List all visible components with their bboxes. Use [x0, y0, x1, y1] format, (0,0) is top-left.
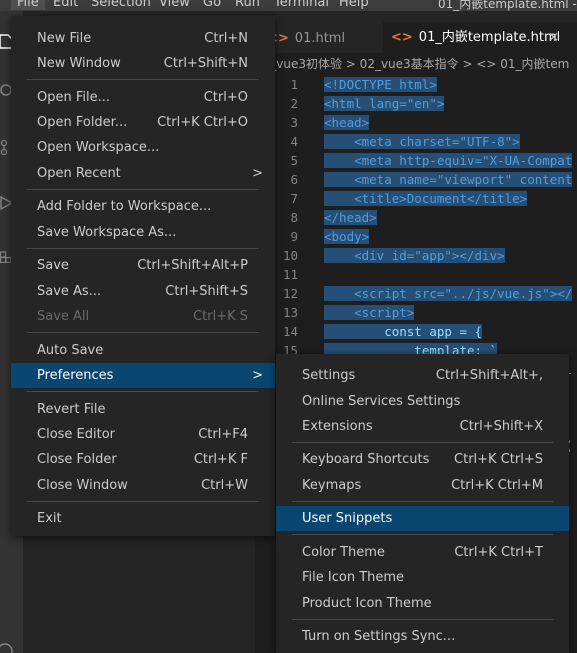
menu-item-new-file[interactable]: New File Ctrl+N [11, 26, 275, 51]
menu-file[interactable]: File [11, 0, 45, 10]
code-line: <head> [324, 115, 370, 130]
code-line: <body> [324, 229, 370, 244]
html-file-icon: <> [391, 30, 413, 45]
file-menu: New File Ctrl+N New Window Ctrl+Shift+N Op… [11, 16, 275, 536]
tab-01-html[interactable]: <> 01.html [267, 25, 345, 53]
menu-view[interactable]: View [159, 0, 190, 10]
code-line: </head> [324, 210, 377, 225]
tab-01-template-html[interactable]: <> 01_内嵌template.html × [383, 22, 577, 53]
menu-separator [27, 79, 259, 80]
code-line: <meta charset="UTF-8"> [324, 134, 520, 149]
menu-item-settings[interactable]: Settings Ctrl+Shift+Alt+, [276, 363, 569, 388]
menu-item-save-all: Save All Ctrl+K S [37, 309, 248, 324]
menu-item-turn-on-settings-sync[interactable]: Turn on Settings Sync... [276, 624, 569, 649]
close-icon[interactable]: × [548, 22, 559, 53]
account-icon[interactable] [0, 641, 14, 653]
menu-separator [292, 501, 553, 502]
menu-item-preferences[interactable]: Preferences > [11, 363, 275, 388]
menu-separator [27, 189, 259, 190]
menu-item-online-services-settings[interactable]: Online Services Settings [276, 389, 569, 414]
menu-selection[interactable]: Selection [91, 0, 151, 10]
menu-terminal[interactable]: Terminal [274, 0, 329, 10]
menu-item-color-theme[interactable]: Color Theme Ctrl+K Ctrl+T [276, 540, 569, 565]
menu-item-file-icon-theme[interactable]: File Icon Theme [276, 565, 569, 590]
preferences-submenu: Settings Ctrl+Shift+Alt+, Online Services… [276, 354, 569, 653]
chevron-right-icon: > [252, 166, 263, 181]
menu-item-open-folder[interactable]: Open Folder... Ctrl+K Ctrl+O [11, 110, 275, 135]
menu-run[interactable]: Run [235, 0, 260, 10]
code-line: <meta http-equiv="X-UA-Compat [324, 153, 573, 168]
breadcrumb[interactable]: 01_vue3初体验 > 02_vue3基本指令 > <> 01_内嵌tem [255, 53, 577, 75]
menu-help[interactable]: Help [339, 0, 369, 10]
code-line: <div id="app"></div> [324, 248, 505, 263]
code-line: <meta name="viewport" content [324, 172, 573, 187]
code-line: <html lang="en"> [324, 96, 445, 111]
menu-separator [27, 501, 259, 502]
chevron-right-icon: > [252, 368, 263, 383]
menu-item-user-snippets[interactable]: User Snippets [276, 506, 569, 531]
menubar: File Edit Selection View Go Run Terminal… [0, 0, 577, 11]
menu-item-close-editor[interactable]: Close Editor Ctrl+F4 [11, 422, 275, 447]
tab-label: 01.html [294, 31, 346, 46]
menu-item-save-as[interactable]: Save As... Ctrl+Shift+S [11, 279, 275, 304]
menu-go[interactable]: Go [203, 0, 221, 10]
menu-item-keymaps[interactable]: Keymaps Ctrl+K Ctrl+M [276, 473, 569, 498]
code-line: <title>Document</title> [324, 191, 528, 206]
menu-separator [27, 248, 259, 249]
menu-item-open-workspace[interactable]: Open Workspace... [11, 135, 275, 160]
menu-item-save[interactable]: Save Ctrl+Shift+Alt+P [11, 253, 275, 278]
menu-item-keyboard-shortcuts[interactable]: Keyboard Shortcuts Ctrl+K Ctrl+S [276, 447, 569, 472]
menu-item-new-window[interactable]: New Window Ctrl+Shift+N [11, 51, 275, 76]
editor-tab-bar: <> 01.html <> 01_内嵌template.html × [255, 11, 577, 53]
code-line: const app = { [324, 324, 483, 339]
menu-item-open-file[interactable]: Open File... Ctrl+O [11, 85, 275, 110]
menu-edit[interactable]: Edit [53, 0, 78, 10]
menu-item-extensions[interactable]: Extensions Ctrl+Shift+X [276, 414, 569, 439]
menu-separator [292, 442, 553, 443]
window-title: 01_内嵌template.html - lea [438, 0, 577, 11]
tab-label: 01_内嵌template.html [418, 30, 561, 45]
menu-separator [292, 534, 553, 535]
menu-item-product-icon-theme[interactable]: Product Icon Theme [276, 591, 569, 616]
menu-item-exit[interactable]: Exit [11, 506, 275, 531]
menu-item-revert-file[interactable]: Revert File [11, 397, 275, 422]
code-line: <!DOCTYPE html> [324, 77, 437, 92]
menu-item-auto-save[interactable]: Auto Save [11, 338, 275, 363]
menu-separator [27, 332, 259, 333]
menu-separator [27, 391, 259, 392]
menu-item-add-folder-to-workspace[interactable]: Add Folder to Workspace... [11, 194, 275, 219]
menu-item-close-window[interactable]: Close Window Ctrl+W [11, 473, 275, 498]
menu-item-close-folder[interactable]: Close Folder Ctrl+K F [11, 447, 275, 472]
menu-item-open-recent[interactable]: Open Recent > [11, 161, 275, 186]
code-line: <script> [324, 305, 415, 320]
menu-item-save-workspace-as[interactable]: Save Workspace As... [11, 220, 275, 245]
menu-separator [292, 619, 553, 620]
code-line: <script src="../js/vue.js"></ [324, 286, 573, 301]
